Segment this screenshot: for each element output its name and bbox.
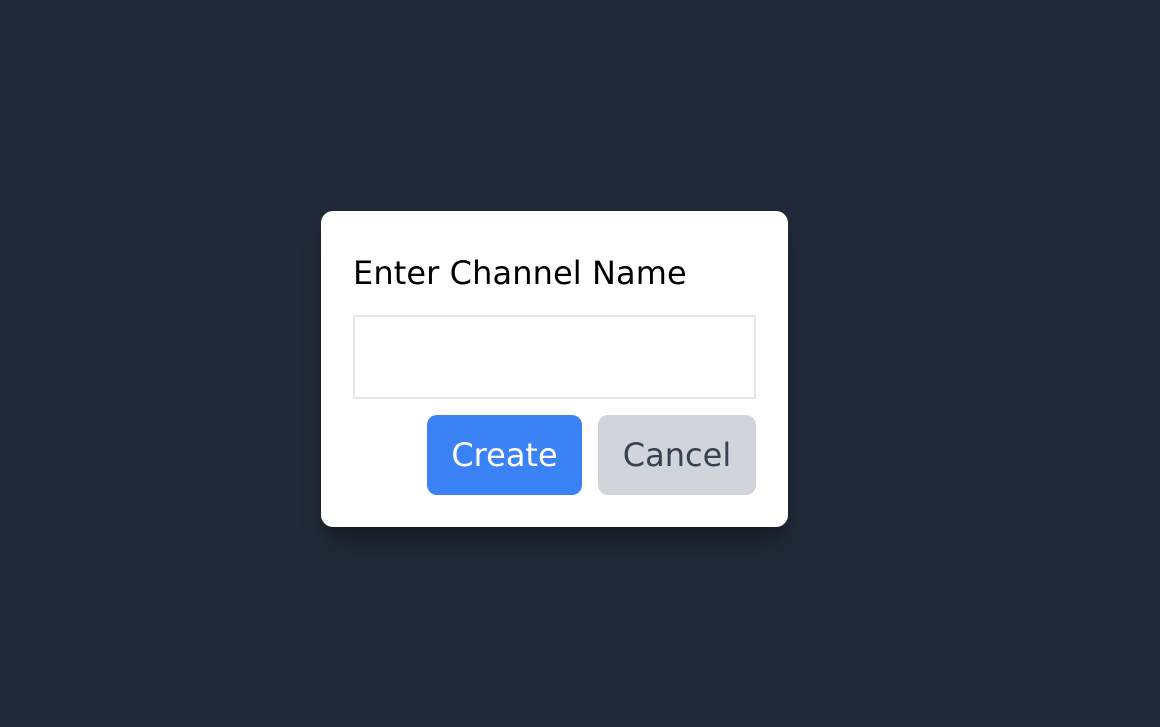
- create-channel-dialog: Enter Channel Name Create Cancel: [321, 211, 788, 527]
- create-button[interactable]: Create: [427, 415, 582, 495]
- channel-name-input[interactable]: [353, 315, 756, 399]
- dialog-title: Enter Channel Name: [353, 254, 687, 292]
- cancel-button[interactable]: Cancel: [598, 415, 756, 495]
